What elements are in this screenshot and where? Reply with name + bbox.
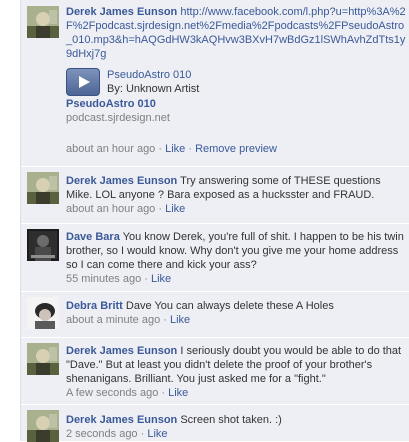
comment-meta: about a minute ago · Like xyxy=(66,313,406,327)
separator: · xyxy=(158,387,169,399)
separator: · xyxy=(141,273,151,285)
comment-author[interactable]: Dave Bara xyxy=(66,231,120,243)
comment-meta: about an hour ago · Like xyxy=(66,202,406,216)
like-link[interactable]: Like xyxy=(165,203,185,215)
comment-author[interactable]: Derek James Eunson xyxy=(66,175,177,187)
comment-feed: Derek James Eunson http://www.facebook.c… xyxy=(20,0,409,442)
comment-timestamp[interactable]: A few seconds ago xyxy=(66,387,158,399)
comment-text: Dave You can always delete these A Holes xyxy=(125,300,334,312)
like-link[interactable]: Like xyxy=(151,273,171,285)
comment-timestamp[interactable]: about a minute ago xyxy=(66,314,160,326)
comment-author[interactable]: Derek James Eunson xyxy=(66,6,177,18)
link-attachment: PseudoAstro 010 By: Unknown Artist Pseud… xyxy=(66,68,406,124)
comment-timestamp[interactable]: about an hour ago xyxy=(66,143,155,155)
separator: · xyxy=(155,143,166,155)
comment-meta: 55 minutes ago · Like xyxy=(66,272,406,286)
like-link[interactable]: Like xyxy=(165,143,185,155)
attachment-title[interactable]: PseudoAstro 010 xyxy=(66,97,156,111)
comment-item: Debra Britt Dave You can always delete t… xyxy=(21,292,409,338)
separator: · xyxy=(155,203,166,215)
attachment-artist: By: Unknown Artist xyxy=(107,83,200,95)
avatar[interactable] xyxy=(27,6,59,38)
comment-meta: 2 seconds ago · Like xyxy=(66,427,406,441)
comment-item: Derek James Eunson http://www.facebook.c… xyxy=(21,0,409,167)
avatar[interactable] xyxy=(27,343,59,375)
comment-item: Derek James Eunson Screen shot taken. :)… xyxy=(21,405,409,442)
avatar[interactable] xyxy=(27,297,59,329)
remove-preview-link[interactable]: Remove preview xyxy=(195,143,277,155)
comment-text: Screen shot taken. :) xyxy=(180,414,282,426)
avatar[interactable] xyxy=(27,172,59,204)
comment-timestamp[interactable]: 2 seconds ago xyxy=(66,428,138,440)
separator: · xyxy=(137,428,148,440)
like-link[interactable]: Like xyxy=(168,387,188,399)
comment-item: Derek James Eunson Try answering some of… xyxy=(21,167,409,224)
comment-item: Derek James Eunson I seriously doubt you… xyxy=(21,338,409,405)
like-link[interactable]: Like xyxy=(147,428,167,440)
attachment-domain: podcast.sjrdesign.net xyxy=(66,112,170,124)
comment-item: Dave Bara You know Derek, you're full of… xyxy=(21,224,409,292)
separator: · xyxy=(185,143,196,155)
comment-meta: about an hour ago · Like · Remove previe… xyxy=(66,142,406,156)
like-link[interactable]: Like xyxy=(170,314,190,326)
avatar[interactable] xyxy=(27,410,59,442)
separator: · xyxy=(160,314,170,326)
comment-timestamp[interactable]: 55 minutes ago xyxy=(66,273,141,285)
play-icon[interactable] xyxy=(66,68,100,96)
attachment-track-title[interactable]: PseudoAstro 010 xyxy=(107,68,191,82)
avatar[interactable] xyxy=(27,229,59,261)
comment-timestamp[interactable]: about an hour ago xyxy=(66,203,155,215)
comment-meta: A few seconds ago · Like xyxy=(66,386,406,400)
comment-author[interactable]: Debra Britt xyxy=(66,300,123,312)
comment-author[interactable]: Derek James Eunson xyxy=(66,345,177,357)
comment-author[interactable]: Derek James Eunson xyxy=(66,414,177,426)
